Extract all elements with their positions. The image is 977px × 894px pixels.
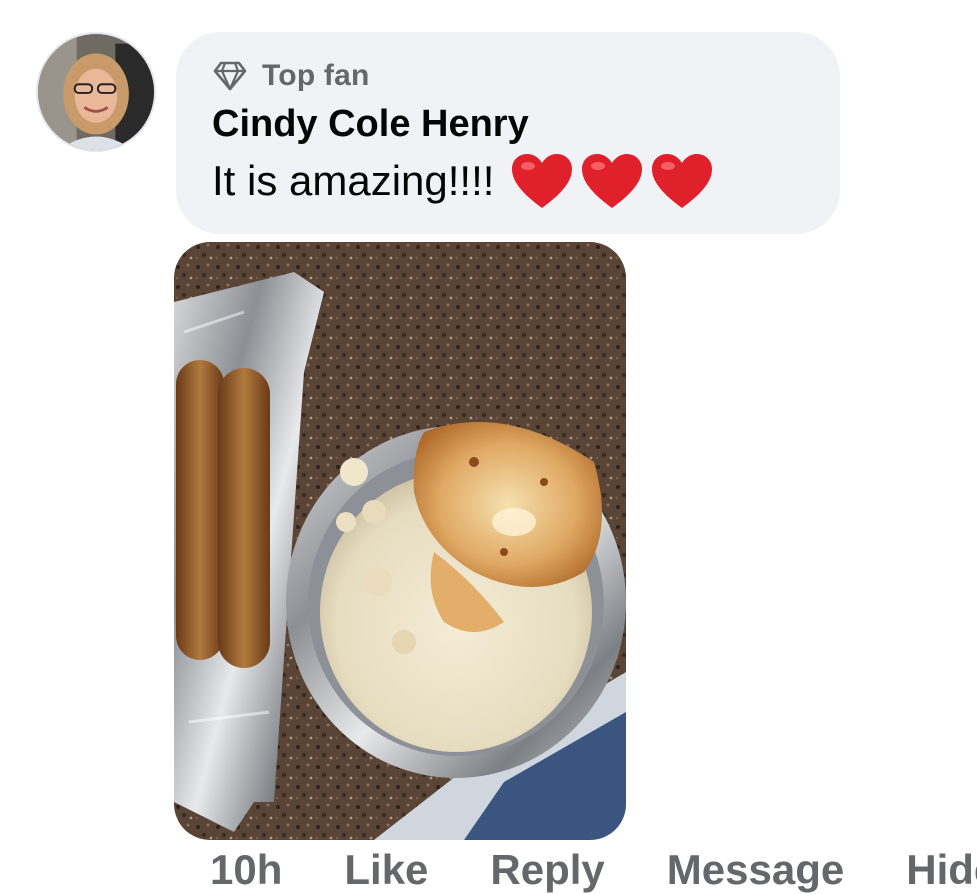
hide-button[interactable]: Hide [906,846,977,894]
emoji-group [510,152,714,210]
message-button[interactable]: Message [667,846,844,894]
comment-bubble: Top fan Cindy Cole Henry It is amazing!!… [176,32,840,234]
comment-actions: 10h Like Reply Message Hide [210,846,977,894]
heart-icon [510,152,574,210]
comment-body: It is amazing!!!! [212,152,840,210]
diamond-icon [212,60,248,92]
badge-label: Top fan [262,59,370,92]
top-fan-badge[interactable]: Top fan [212,58,840,94]
comment-timestamp[interactable]: 10h [210,846,282,894]
heart-icon [650,152,714,210]
like-button[interactable]: Like [344,846,428,894]
heart-icon [580,152,644,210]
comment-photo[interactable] [174,242,626,840]
author-name[interactable]: Cindy Cole Henry [212,102,840,146]
food-photo-image [174,242,626,840]
avatar-photo [38,34,154,150]
comment-text: It is amazing!!!! [212,157,495,204]
avatar[interactable] [36,32,156,152]
reply-button[interactable]: Reply [490,846,604,894]
